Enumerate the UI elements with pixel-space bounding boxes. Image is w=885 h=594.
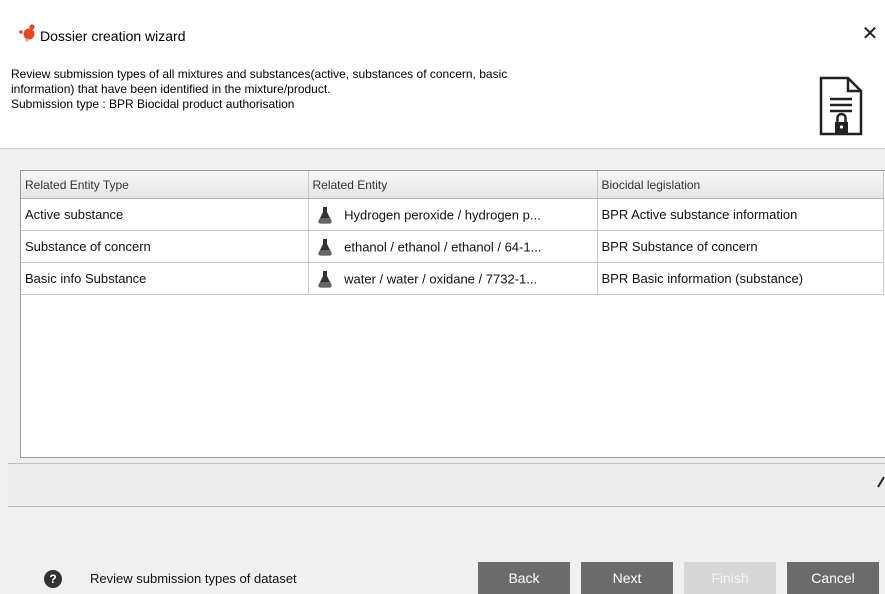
column-header-legislation[interactable]: Biocidal legislation [597, 171, 884, 199]
entity-cell[interactable]: Hydrogen peroxide / hydrogen p... [308, 198, 598, 231]
entity-name: water / water / oxidane / 7732-1... [344, 271, 538, 286]
close-button[interactable]: ✕ [855, 22, 885, 46]
table-row[interactable]: Basic info Substance water / water / oxi… [21, 262, 884, 295]
panel-separator [8, 463, 885, 507]
back-button[interactable]: Back [478, 562, 570, 594]
help-text: Review submission types of dataset [90, 571, 297, 586]
secured-document-icon [819, 76, 863, 136]
column-header-entity[interactable]: Related Entity [308, 171, 598, 199]
entity-cell[interactable]: water / water / oxidane / 7732-1... [308, 262, 598, 295]
entity-name: Hydrogen peroxide / hydrogen p... [344, 207, 541, 222]
app-logo-icon [19, 24, 35, 42]
table-row[interactable]: Substance of concern ethanol / ethanol /… [21, 230, 884, 263]
finish-button[interactable]: Finish [684, 562, 776, 594]
description-line: Submission type : BPR Biocidal product a… [11, 97, 295, 111]
entity-cell[interactable]: ethanol / ethanol / ethanol / 64-1... [308, 230, 598, 263]
window-title: Dossier creation wizard [40, 28, 186, 44]
wizard-footer: ? Review submission types of dataset Bac… [0, 506, 885, 594]
submission-types-table: Related Entity Type Related Entity Bioci… [20, 170, 885, 458]
table-row[interactable]: Active substance Hydrogen peroxide / hyd… [21, 198, 884, 231]
legislation-cell[interactable]: BPR Active substance information [597, 198, 884, 231]
wizard-header: Review submission types of all mixtures … [0, 50, 885, 149]
entity-name: ethanol / ethanol / ethanol / 64-1... [344, 239, 542, 254]
header-description: Review submission types of all mixtures … [11, 67, 771, 112]
description-line: information) that have been identified i… [11, 82, 331, 96]
resize-handle-icon[interactable] [877, 475, 885, 489]
substance-flask-icon [317, 238, 332, 256]
entity-type-cell[interactable]: Basic info Substance [21, 262, 309, 295]
column-header-entity-type[interactable]: Related Entity Type [21, 171, 309, 199]
table-header-row: Related Entity Type Related Entity Bioci… [21, 171, 884, 199]
substance-flask-icon [317, 206, 332, 224]
description-line: Review submission types of all mixtures … [11, 67, 508, 81]
legislation-cell[interactable]: BPR Basic information (substance) [597, 262, 884, 295]
help-icon[interactable]: ? [44, 570, 62, 588]
entity-type-cell[interactable]: Substance of concern [21, 230, 309, 263]
cancel-button[interactable]: Cancel [787, 562, 879, 594]
entity-type-cell[interactable]: Active substance [21, 198, 309, 231]
close-icon[interactable]: ✕ [862, 23, 879, 45]
substance-flask-icon [317, 270, 332, 288]
title-bar: Dossier creation wizard ✕ [0, 0, 885, 50]
legislation-cell[interactable]: BPR Substance of concern [597, 230, 884, 263]
next-button[interactable]: Next [581, 562, 673, 594]
